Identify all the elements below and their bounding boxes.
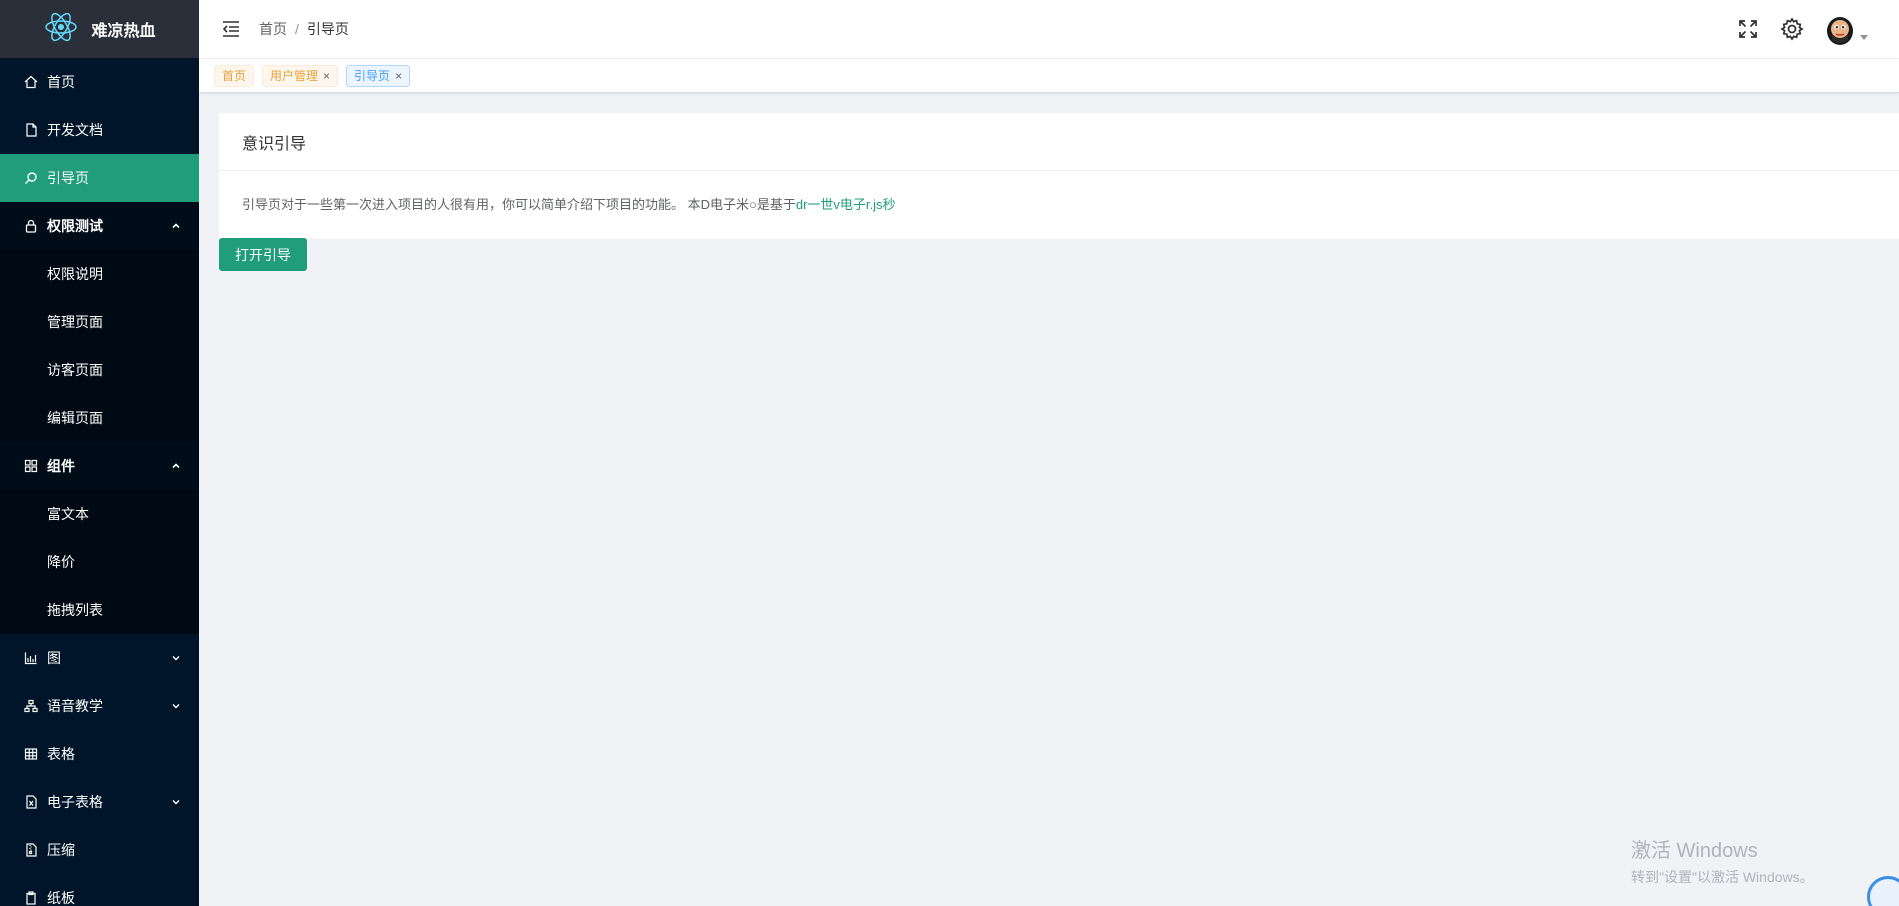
sidebar-toggle-icon[interactable] [219,17,243,41]
card-title: 意识引导 [219,113,1899,171]
document-icon [23,122,39,138]
close-icon[interactable]: × [395,69,402,83]
sidebar-item-clipboard[interactable]: 纸板 [0,874,199,906]
breadcrumb-separator: / [295,21,299,37]
sidebar-item-label: 语音教学 [47,698,103,714]
caret-down-icon [1859,28,1869,46]
sitemap-icon [23,698,39,714]
sidebar-item-permission[interactable]: 权限测试 [0,202,199,250]
search-icon [23,170,39,186]
home-icon [23,74,39,90]
chevron-down-icon [171,701,181,711]
watermark-subtitle: 转到"设置"以激活 Windows。 [1631,869,1814,885]
sidebar-item-label: 电子表格 [47,794,103,810]
sidebar-item-label: 富文本 [47,506,89,522]
sidebar-item-table[interactable]: 表格 [0,730,199,778]
sidebar-item-label: 纸板 [47,890,75,906]
lock-icon [23,218,39,234]
tag-label: 首页 [222,69,247,83]
top-navbar: 首页 / 引导页 [199,0,1899,59]
close-icon[interactable]: × [323,69,330,83]
card-text: 引导页对于一些第一次进入项目的人很有用，你可以简单介绍下项目的功能。 本D电子米… [242,197,796,212]
sidebar-item-zip[interactable]: 压缩 [0,826,199,874]
sidebar-subitem-drag-list[interactable]: 拖拽列表 [0,586,199,634]
grid-icon [23,458,39,474]
tag-guide[interactable]: 引导页 × [346,64,411,87]
chevron-up-icon [171,221,181,231]
chart-icon [23,650,39,666]
table-icon [23,746,39,762]
sidebar-item-label: 权限测试 [47,218,103,234]
fullscreen-icon[interactable] [1735,16,1761,42]
breadcrumb: 首页 / 引导页 [259,19,349,39]
guide-card: 意识引导 引导页对于一些第一次进入项目的人很有用，你可以简单介绍下项目的功能。 … [219,113,1899,239]
chevron-down-icon [171,653,181,663]
submenu-components: 富文本 降价 拖拽列表 [0,490,199,634]
sidebar-item-label: 引导页 [47,170,89,186]
user-menu[interactable] [1823,12,1869,46]
sidebar-item-label: 表格 [47,746,75,762]
sidebar-item-label: 访客页面 [47,362,103,378]
tag-home[interactable]: 首页 [214,64,255,87]
zip-icon [23,842,39,858]
sidebar-item-label: 编辑页面 [47,410,103,426]
sidebar: 难凉热血 首页 开发文档 引导页 权限测试 权限说明 管理页面 访客页面 编辑页… [0,0,199,906]
sidebar-item-label: 拖拽列表 [47,602,103,618]
chevron-down-icon [171,797,181,807]
app-title: 难凉热血 [91,23,156,40]
sidebar-item-voice[interactable]: 语音教学 [0,682,199,730]
sidebar-item-label: 压缩 [47,842,75,858]
sidebar-item-label: 降价 [47,554,75,570]
sidebar-item-label: 图 [47,650,61,666]
clipboard-icon [23,890,39,906]
sidebar-item-charts[interactable]: 图 [0,634,199,682]
excel-icon [23,794,39,810]
sidebar-item-excel[interactable]: 电子表格 [0,778,199,826]
sidebar-subitem-markdown[interactable]: 降价 [0,538,199,586]
sidebar-subitem-rich-text[interactable]: 富文本 [0,490,199,538]
sidebar-item-label: 管理页面 [47,314,103,330]
sidebar-subitem-permission-info[interactable]: 权限说明 [0,250,199,298]
sidebar-item-docs[interactable]: 开发文档 [0,106,199,154]
sidebar-subitem-guest-page[interactable]: 访客页面 [0,346,199,394]
sidebar-item-home[interactable]: 首页 [0,58,199,106]
tag-user-management[interactable]: 用户管理 × [262,64,339,87]
sidebar-subitem-editor-page[interactable]: 编辑页面 [0,394,199,442]
avatar[interactable] [1823,12,1857,46]
tag-label: 用户管理 [270,69,319,83]
watermark-title: 激活 Windows [1631,840,1758,862]
sidebar-item-label: 权限说明 [47,266,103,282]
open-guide-button[interactable]: 打开引导 [219,238,307,271]
react-logo-icon [43,9,79,50]
app-logo[interactable]: 难凉热血 [0,0,199,58]
chevron-up-icon [171,461,181,471]
tag-label: 引导页 [354,69,391,83]
breadcrumb-home[interactable]: 首页 [259,19,287,39]
sidebar-item-label: 开发文档 [47,122,103,138]
floating-action-button[interactable] [1867,876,1899,906]
sidebar-item-label: 组件 [47,458,75,474]
driverjs-link[interactable]: dr一世v电子r.js秒 [796,197,896,212]
breadcrumb-current: 引导页 [306,21,349,37]
sidebar-subitem-admin-page[interactable]: 管理页面 [0,298,199,346]
gear-icon[interactable] [1779,16,1805,42]
tags-view: 首页 用户管理 × 引导页 × [199,59,1899,93]
sidebar-item-label: 首页 [47,74,75,90]
windows-activation-watermark: 激活 Windows 转到"设置"以激活 Windows。 [1631,834,1814,887]
card-body: 引导页对于一些第一次进入项目的人很有用，你可以简单介绍下项目的功能。 本D电子米… [219,171,1899,236]
header-actions [1735,0,1869,58]
submenu-permission: 权限说明 管理页面 访客页面 编辑页面 [0,250,199,442]
sidebar-item-components[interactable]: 组件 [0,442,199,490]
sidebar-item-guide[interactable]: 引导页 [0,154,199,202]
